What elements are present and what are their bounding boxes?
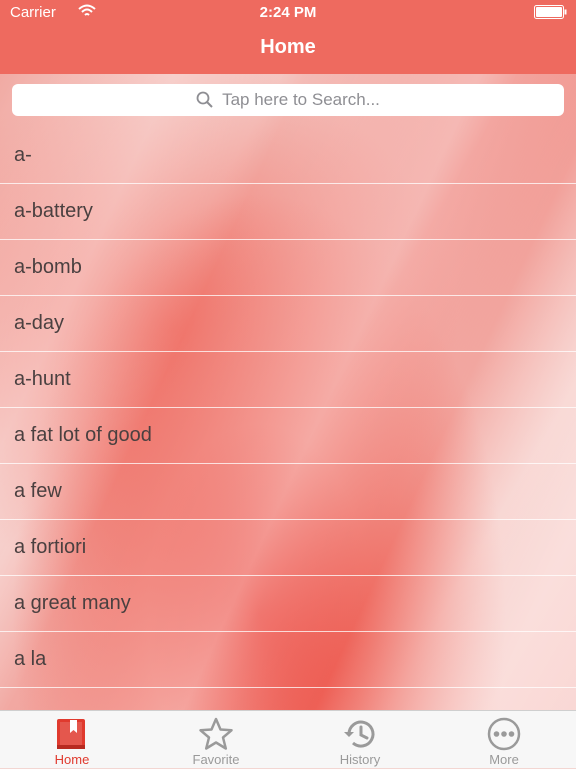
tab-favorite-label: Favorite [192, 752, 240, 767]
more-icon [487, 717, 521, 751]
list-item-label: a great many [14, 592, 131, 614]
list-item-label: a fortiori [14, 536, 87, 558]
tab-more-label: More [489, 752, 519, 767]
tab-bar: Home Favorite History More [0, 710, 576, 768]
search-icon [196, 91, 213, 108]
list-item[interactable]: a-battery [0, 184, 576, 240]
list-item[interactable]: a-bomb [0, 240, 576, 296]
list-item[interactable]: a- [0, 128, 576, 184]
tab-history-label: History [339, 752, 381, 767]
list-item[interactable]: a fortiori [0, 520, 576, 576]
list-item-label: a la [14, 648, 47, 670]
search-input[interactable]: Tap here to Search... [12, 84, 564, 116]
star-icon [199, 717, 233, 750]
list-item-label: a-hunt [14, 368, 71, 390]
status-bar: Carrier 2:24 PM [0, 0, 576, 24]
status-time: 2:24 PM [259, 4, 317, 21]
list-item[interactable]: a great many [0, 576, 576, 632]
battery-icon [534, 5, 567, 19]
list-item-label: a few [14, 480, 62, 502]
history-icon [344, 720, 375, 748]
list-item-label: a fat lot of good [14, 424, 152, 446]
list-item[interactable]: a few [0, 464, 576, 520]
list-item[interactable]: a la [0, 632, 576, 688]
tab-home[interactable]: Home [0, 711, 144, 769]
list-item-label: a-day [14, 312, 65, 334]
list-item[interactable]: a fat lot of good [0, 408, 576, 464]
word-list: a- a-battery a-bomb a-day a-hunt a fat l… [0, 128, 576, 710]
book-icon [57, 719, 85, 749]
top-bar: Carrier 2:24 PM Home [0, 0, 576, 74]
tab-favorite[interactable]: Favorite [144, 711, 288, 769]
content-area: Tap here to Search... a- a-battery a-bom… [0, 74, 576, 710]
list-item-label: a-bomb [14, 256, 82, 278]
tab-home-label: Home [54, 752, 90, 767]
tab-history[interactable]: History [288, 711, 432, 769]
list-item[interactable]: a-day [0, 296, 576, 352]
list-item[interactable]: a-hunt [0, 352, 576, 408]
list-item-partial[interactable] [0, 688, 576, 710]
list-item-label: a-battery [14, 200, 93, 222]
page-title: Home [260, 36, 316, 58]
list-item-label: a- [14, 144, 32, 166]
search-placeholder: Tap here to Search... [222, 90, 380, 109]
tab-more[interactable]: More [432, 711, 576, 769]
